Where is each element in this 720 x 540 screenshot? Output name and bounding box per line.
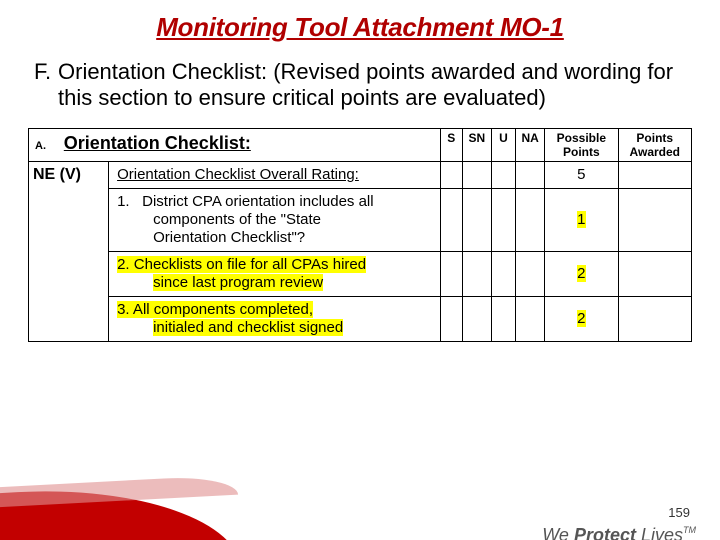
tagline-suffix: Lives <box>636 525 683 540</box>
row3-sn <box>462 296 491 341</box>
checklist-table: A. Orientation Checklist: S SN U NA Poss… <box>28 128 692 342</box>
table-row: 2. Checklists on file for all CPAs hired… <box>29 251 692 296</box>
row1-line2: Orientation Checklist"? <box>135 229 305 246</box>
row-ne-label: NE (V) <box>29 161 109 341</box>
tagline-prefix: We <box>542 525 574 540</box>
hdr-section-title: Orientation Checklist: <box>64 133 251 153</box>
row1-line0: District CPA orientation includes all <box>142 193 374 210</box>
row1-s <box>440 188 462 251</box>
row3-na <box>516 296 545 341</box>
row3-u <box>491 296 515 341</box>
footer-swoosh <box>0 481 242 540</box>
row2-desc: 2. Checklists on file for all CPAs hired… <box>109 251 441 296</box>
trademark-icon: TM <box>683 525 696 535</box>
row1-sn <box>462 188 491 251</box>
row2-u <box>491 251 515 296</box>
row1-possible: 1 <box>545 188 618 251</box>
row2-awarded <box>618 251 691 296</box>
table-header-row: A. Orientation Checklist: S SN U NA Poss… <box>29 128 692 161</box>
hdr-possible-points: Possible Points <box>545 128 618 161</box>
hdr-points-awarded: Points Awarded <box>618 128 691 161</box>
checklist-table-wrap: A. Orientation Checklist: S SN U NA Poss… <box>28 128 692 342</box>
row0-s <box>440 161 462 188</box>
row3-line0: All components completed, <box>130 301 313 318</box>
row0-na <box>516 161 545 188</box>
table-row: NE (V) Orientation Checklist Overall Rat… <box>29 161 692 188</box>
hdr-section: A. Orientation Checklist: <box>29 128 441 161</box>
row3-awarded <box>618 296 691 341</box>
row0-u <box>491 161 515 188</box>
row3-line1: initialed and checklist signed <box>153 319 343 336</box>
row2-na <box>516 251 545 296</box>
hdr-sn: SN <box>462 128 491 161</box>
hdr-na: NA <box>516 128 545 161</box>
hdr-s: S <box>440 128 462 161</box>
row1-na <box>516 188 545 251</box>
table-row: 1. District CPA orientation includes all… <box>29 188 692 251</box>
row2-s <box>440 251 462 296</box>
row1-awarded <box>618 188 691 251</box>
row3-desc: 3. All components completed, initialed a… <box>109 296 441 341</box>
tagline-bold: Protect <box>574 525 636 540</box>
row1-u <box>491 188 515 251</box>
row3-possible: 2 <box>545 296 618 341</box>
footer: We Protect LivesTM <box>0 507 720 540</box>
hdr-u: U <box>491 128 515 161</box>
row0-awarded <box>618 161 691 188</box>
row3-s <box>440 296 462 341</box>
row0-desc-text: Orientation Checklist Overall Rating: <box>117 166 432 184</box>
row2-sn <box>462 251 491 296</box>
row0-desc: Orientation Checklist Overall Rating: <box>109 161 441 188</box>
row2-num: 2. <box>117 256 130 273</box>
row0-possible: 5 <box>545 161 618 188</box>
table-row: 3. All components completed, initialed a… <box>29 296 692 341</box>
row1-num: 1. <box>117 193 130 210</box>
row2-line0: Checklists on file for all CPAs hired <box>134 256 366 273</box>
row2-line1: since last program review <box>153 274 323 291</box>
section-text: Orientation Checklist: (Revised points a… <box>58 59 686 112</box>
footer-tagline: We Protect LivesTM <box>542 525 696 540</box>
row2-possible: 2 <box>545 251 618 296</box>
hdr-section-mark: A. <box>35 140 46 152</box>
page-title: Monitoring Tool Attachment MO-1 <box>0 12 720 43</box>
row1-line1: components of the "State <box>135 211 321 228</box>
row1-desc: 1. District CPA orientation includes all… <box>109 188 441 251</box>
row3-num: 3. <box>117 301 130 318</box>
section-f-para: F. Orientation Checklist: (Revised point… <box>34 59 686 112</box>
section-letter: F. <box>34 59 58 112</box>
row0-sn <box>462 161 491 188</box>
